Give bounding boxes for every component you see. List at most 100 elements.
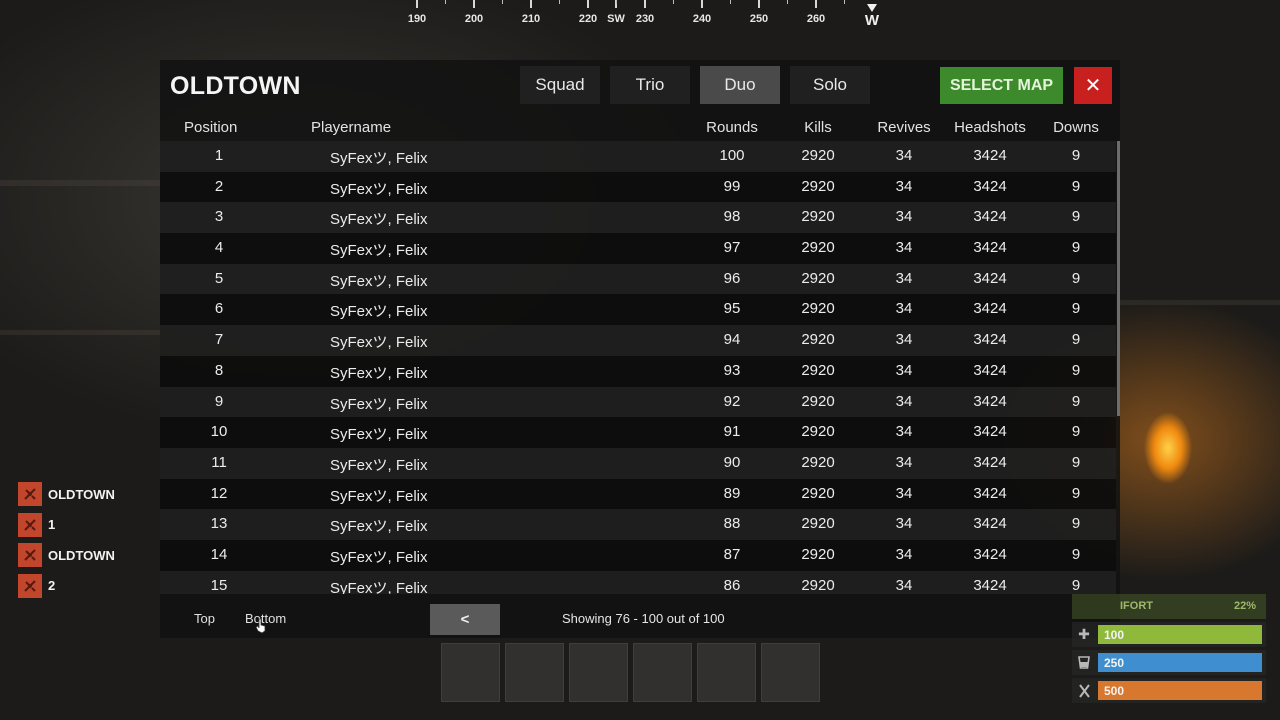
- column-header-headshots[interactable]: Headshots: [954, 119, 1026, 136]
- top-button[interactable]: Top: [194, 611, 215, 626]
- table-row[interactable]: 2 SyFexツ, Felix 99 2920 34 3424 9: [160, 171, 1116, 203]
- compass-tick: [644, 0, 646, 8]
- column-header-playername[interactable]: Playername: [311, 119, 391, 136]
- table-row[interactable]: 1 SyFexツ, Felix 100 2920 34 3424 9: [160, 141, 1116, 172]
- hydration-stat: 250: [1072, 650, 1266, 675]
- map-marker-item[interactable]: OLDTOWN: [18, 479, 115, 510]
- compass-tick: [815, 0, 817, 8]
- map-marker-item[interactable]: 1: [18, 510, 115, 541]
- cell-rounds: 93: [723, 361, 741, 379]
- table-row[interactable]: 12 SyFexツ, Felix 89 2920 34 3424 9: [160, 478, 1116, 510]
- close-button[interactable]: ✕: [1074, 67, 1112, 104]
- tab-squad[interactable]: Squad: [520, 66, 600, 104]
- cell-headshots: 3424: [973, 208, 1007, 226]
- leaderboard-panel: OLDTOWN Squad Trio Duo Solo SELECT MAP ✕…: [160, 60, 1120, 638]
- cell-revives: 34: [895, 545, 913, 563]
- fork-knife-icon: [1072, 678, 1096, 703]
- compass-label: 210: [521, 13, 541, 25]
- tab-trio[interactable]: Trio: [610, 66, 690, 104]
- cell-playername: SyFexツ, Felix: [330, 548, 428, 566]
- background-beam: [0, 180, 160, 186]
- table-row[interactable]: 4 SyFexツ, Felix 97 2920 34 3424 9: [160, 233, 1116, 264]
- cell-headshots: 3424: [973, 545, 1007, 563]
- previous-page-button[interactable]: <: [430, 604, 500, 635]
- cell-playername: SyFexツ, Felix: [330, 364, 428, 382]
- compass-label: 190: [407, 13, 427, 25]
- cell-rounds: 88: [723, 515, 741, 533]
- cell-kills: 2920: [801, 453, 835, 471]
- leaderboard-rows[interactable]: 1 SyFexツ, Felix 100 2920 34 3424 9 2 SyFexツ, Fel…: [160, 141, 1116, 594]
- cell-kills: 2920: [801, 331, 835, 349]
- tab-solo[interactable]: Solo: [790, 66, 870, 104]
- column-header-downs[interactable]: Downs: [1053, 119, 1099, 136]
- cell-playername: SyFexツ, Felix: [330, 303, 428, 321]
- table-row[interactable]: 13 SyFexツ, Felix 88 2920 34 3424 9: [160, 509, 1116, 540]
- hotbar-slot[interactable]: [441, 643, 500, 702]
- tab-duo[interactable]: Duo: [700, 66, 780, 104]
- cell-headshots: 3424: [973, 515, 1007, 533]
- hotbar-slot[interactable]: [505, 643, 564, 702]
- table-row[interactable]: 7 SyFexツ, Felix 94 2920 34 3424 9: [160, 325, 1116, 356]
- table-row[interactable]: 15 SyFexツ, Felix 86 2920 34 3424 9: [160, 570, 1116, 594]
- table-row[interactable]: 6 SyFexツ, Felix 95 2920 34 3424 9: [160, 294, 1116, 326]
- map-marker-item[interactable]: OLDTOWN: [18, 540, 115, 571]
- compass-tick: [758, 0, 760, 8]
- hotbar-slot[interactable]: [697, 643, 756, 702]
- cell-kills: 2920: [801, 423, 835, 441]
- cell-headshots: 3424: [973, 423, 1007, 441]
- compass-label: 250: [749, 13, 769, 25]
- scrollbar[interactable]: [1117, 141, 1120, 416]
- hotbar-slot[interactable]: [761, 643, 820, 702]
- table-row[interactable]: 9 SyFexツ, Felix 92 2920 34 3424 9: [160, 386, 1116, 418]
- cell-kills: 2920: [801, 484, 835, 502]
- select-map-button[interactable]: SELECT MAP: [940, 67, 1063, 104]
- chevron-left-icon: <: [460, 611, 470, 628]
- close-icon: ✕: [1084, 75, 1102, 97]
- cell-kills: 2920: [801, 239, 835, 257]
- compass-minor-tick: [787, 0, 788, 4]
- cell-kills: 2920: [801, 269, 835, 287]
- column-header-revives[interactable]: Revives: [877, 119, 930, 136]
- table-row[interactable]: 14 SyFexツ, Felix 87 2920 34 3424 9: [160, 539, 1116, 571]
- cell-headshots: 3424: [973, 331, 1007, 349]
- cell-position: 1: [214, 147, 224, 164]
- map-marker-label: OLDTOWN: [48, 547, 115, 563]
- cell-revives: 34: [895, 239, 913, 257]
- compass-minor-tick: [844, 0, 845, 4]
- health-stat: ✚ 100: [1072, 622, 1266, 647]
- cell-rounds: 86: [723, 576, 741, 594]
- cell-revives: 34: [895, 515, 913, 533]
- compass-tick: [701, 0, 703, 8]
- map-marker-label: 2: [48, 578, 56, 594]
- table-row[interactable]: 10 SyFexツ, Felix 91 2920 34 3424 9: [160, 417, 1116, 448]
- cell-rounds: 99: [723, 177, 741, 195]
- table-row[interactable]: 5 SyFexツ, Felix 96 2920 34 3424 9: [160, 263, 1116, 295]
- health-bar: 100: [1098, 625, 1262, 644]
- column-header-position[interactable]: Position: [184, 119, 237, 136]
- cell-playername: SyFexツ, Felix: [330, 456, 428, 474]
- cell-kills: 2920: [801, 392, 835, 410]
- compass-minor-tick: [559, 0, 560, 4]
- panel-title: OLDTOWN: [170, 72, 301, 100]
- cell-downs: 9: [1071, 484, 1081, 502]
- cell-downs: 9: [1071, 423, 1081, 441]
- food-stat: 500: [1072, 678, 1266, 703]
- cell-downs: 9: [1071, 576, 1081, 594]
- comfort-label: IFORT: [1120, 600, 1153, 612]
- compass-heading-marker: [867, 4, 877, 12]
- map-marker-item[interactable]: 2: [18, 571, 115, 602]
- table-row[interactable]: 11 SyFexツ, Felix 90 2920 34 3424 9: [160, 447, 1116, 479]
- column-header-rounds[interactable]: Rounds: [706, 119, 758, 136]
- column-header-kills[interactable]: Kills: [804, 119, 832, 136]
- compass-label: 220: [578, 13, 598, 25]
- cup-icon: [1072, 650, 1096, 675]
- cell-revives: 34: [895, 361, 913, 379]
- fire-flame: [1128, 398, 1198, 488]
- table-row[interactable]: 8 SyFexツ, Felix 93 2920 34 3424 9: [160, 355, 1116, 387]
- hotbar-slot[interactable]: [569, 643, 628, 702]
- compass-tick: [416, 0, 418, 8]
- cell-rounds: 95: [723, 300, 741, 318]
- cell-revives: 34: [895, 177, 913, 195]
- table-row[interactable]: 3 SyFexツ, Felix 98 2920 34 3424 9: [160, 202, 1116, 234]
- hotbar-slot[interactable]: [633, 643, 692, 702]
